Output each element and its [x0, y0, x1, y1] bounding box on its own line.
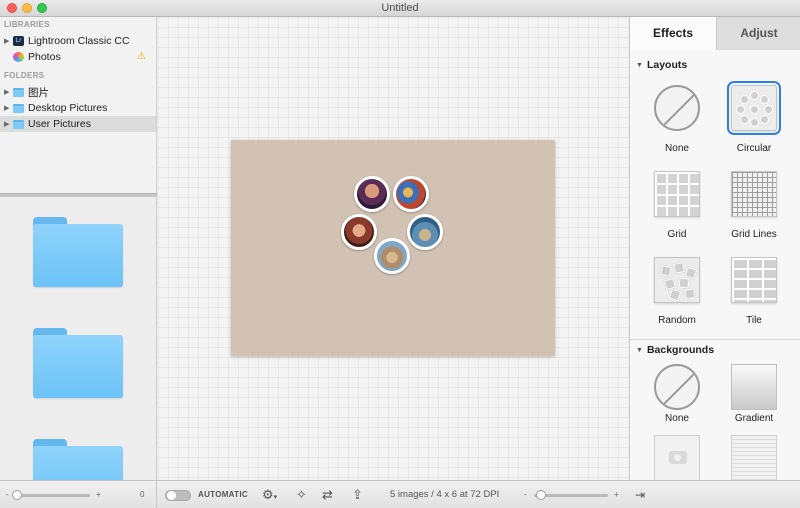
title-bar: Untitled	[0, 0, 800, 17]
layout-option-tile[interactable]: Tile	[728, 257, 780, 326]
automatic-label: AUTOMATIC	[198, 490, 248, 499]
folder-thumbnail[interactable]	[33, 217, 123, 289]
disclosure-down-icon: ▼	[636, 62, 643, 69]
bottom-toolbar: - + 0 AUTOMATIC ⚙▾ ✧ ⇄ ⇪ 5 images / 4 x …	[0, 480, 800, 508]
folder-item-label: User Pictures	[28, 118, 92, 130]
disclosure-triangle-icon[interactable]: ▶	[4, 88, 13, 96]
thumbnail-size-control: - + 0	[0, 481, 157, 508]
warning-icon[interactable]: ⚠	[137, 51, 146, 62]
panel-divider	[630, 339, 800, 340]
tab-effects[interactable]: Effects	[630, 17, 716, 50]
background-option-photo[interactable]	[651, 435, 703, 480]
source-list: LIBRARIES ▶ Lr Lightroom Classic CC Phot…	[0, 17, 157, 193]
collage-card[interactable]	[231, 140, 555, 356]
background-option-none[interactable]: None	[651, 364, 703, 424]
circular-layout-icon	[727, 81, 781, 135]
exit-icon[interactable]: ⇥	[635, 488, 645, 502]
disclosure-down-icon: ▼	[636, 347, 643, 354]
thumbnail-size-slider[interactable]	[14, 494, 90, 497]
folder-item-user-pictures[interactable]: ▶ User Pictures	[0, 116, 156, 132]
background-option-lines[interactable]	[728, 435, 780, 480]
folders-header: FOLDERS	[4, 71, 45, 80]
tile-layout-icon	[731, 257, 777, 303]
folder-icon	[13, 103, 24, 113]
photo-thumbnail[interactable]	[393, 176, 429, 212]
slider-knob[interactable]	[12, 490, 22, 500]
library-item-lightroom[interactable]: ▶ Lr Lightroom Classic CC	[0, 33, 156, 49]
slider-knob[interactable]	[536, 490, 546, 500]
folder-icon	[13, 87, 24, 97]
layout-canvas	[158, 17, 628, 480]
magic-wand-icon[interactable]: ✧	[296, 487, 307, 503]
zoom-in-icon[interactable]: +	[614, 490, 619, 499]
library-item-label: Photos	[28, 51, 61, 63]
settings-gear-icon[interactable]: ⚙▾	[262, 487, 277, 503]
none-icon	[654, 364, 700, 410]
photo-thumbnail[interactable]	[354, 176, 390, 212]
disclosure-triangle-icon[interactable]: ▶	[4, 37, 13, 45]
photo-thumbnail[interactable]	[374, 238, 410, 274]
camera-icon	[654, 435, 700, 480]
share-icon[interactable]: ⇪	[352, 487, 363, 503]
gradient-background-icon	[731, 364, 777, 410]
layout-option-grid[interactable]: Grid	[651, 171, 703, 240]
folder-item-desktop-pictures[interactable]: ▶ Desktop Pictures	[0, 100, 156, 116]
folder-item-label: Desktop Pictures	[28, 102, 108, 114]
library-item-photos[interactable]: Photos ⚠	[0, 49, 156, 65]
slider-value: 0	[140, 490, 145, 499]
library-item-label: Lightroom Classic CC	[28, 35, 130, 47]
automatic-toggle[interactable]	[165, 490, 191, 501]
disclosure-triangle-icon[interactable]: ▶	[4, 120, 13, 128]
shuffle-icon[interactable]: ⇄	[322, 487, 333, 503]
window-title: Untitled	[381, 2, 419, 14]
effects-panel: Effects Adjust ▼ Layouts None Circular Gr…	[629, 17, 800, 480]
grid-lines-layout-icon	[731, 171, 777, 217]
zoom-out-icon[interactable]: -	[6, 490, 9, 499]
layout-option-grid-lines[interactable]: Grid Lines	[728, 171, 780, 240]
photos-icon	[13, 52, 24, 62]
zoom-in-icon[interactable]: +	[96, 490, 101, 499]
grid-layout-icon	[654, 171, 700, 217]
layout-option-random[interactable]: Random	[651, 257, 703, 326]
panel-tabs: Effects Adjust	[630, 17, 800, 50]
libraries-header: LIBRARIES	[4, 20, 50, 29]
tab-adjust[interactable]: Adjust	[716, 17, 800, 50]
folder-item-pictures-cn[interactable]: ▶ 图片	[0, 84, 156, 100]
folder-thumbnail[interactable]	[33, 328, 123, 400]
layouts-header[interactable]: ▼ Layouts	[636, 59, 687, 71]
lightroom-icon: Lr	[13, 36, 24, 46]
photo-thumbnail[interactable]	[407, 214, 443, 250]
folder-thumbnail[interactable]	[33, 439, 123, 480]
disclosure-triangle-icon[interactable]: ▶	[4, 104, 13, 112]
layout-option-none[interactable]: None	[651, 85, 703, 154]
backgrounds-header[interactable]: ▼ Backgrounds	[636, 344, 714, 356]
photo-thumbnail[interactable]	[341, 214, 377, 250]
lined-background-icon	[731, 435, 777, 480]
none-icon	[654, 85, 700, 131]
status-text: 5 images / 4 x 6 at 72 DPI	[390, 489, 500, 500]
folder-browser	[0, 197, 157, 480]
folder-icon	[13, 119, 24, 129]
background-option-gradient[interactable]: Gradient	[728, 364, 780, 424]
zoom-out-icon[interactable]: -	[524, 490, 527, 499]
layout-option-circular[interactable]: Circular	[727, 81, 781, 154]
folder-item-label: 图片	[28, 86, 49, 99]
random-layout-icon	[654, 257, 700, 303]
